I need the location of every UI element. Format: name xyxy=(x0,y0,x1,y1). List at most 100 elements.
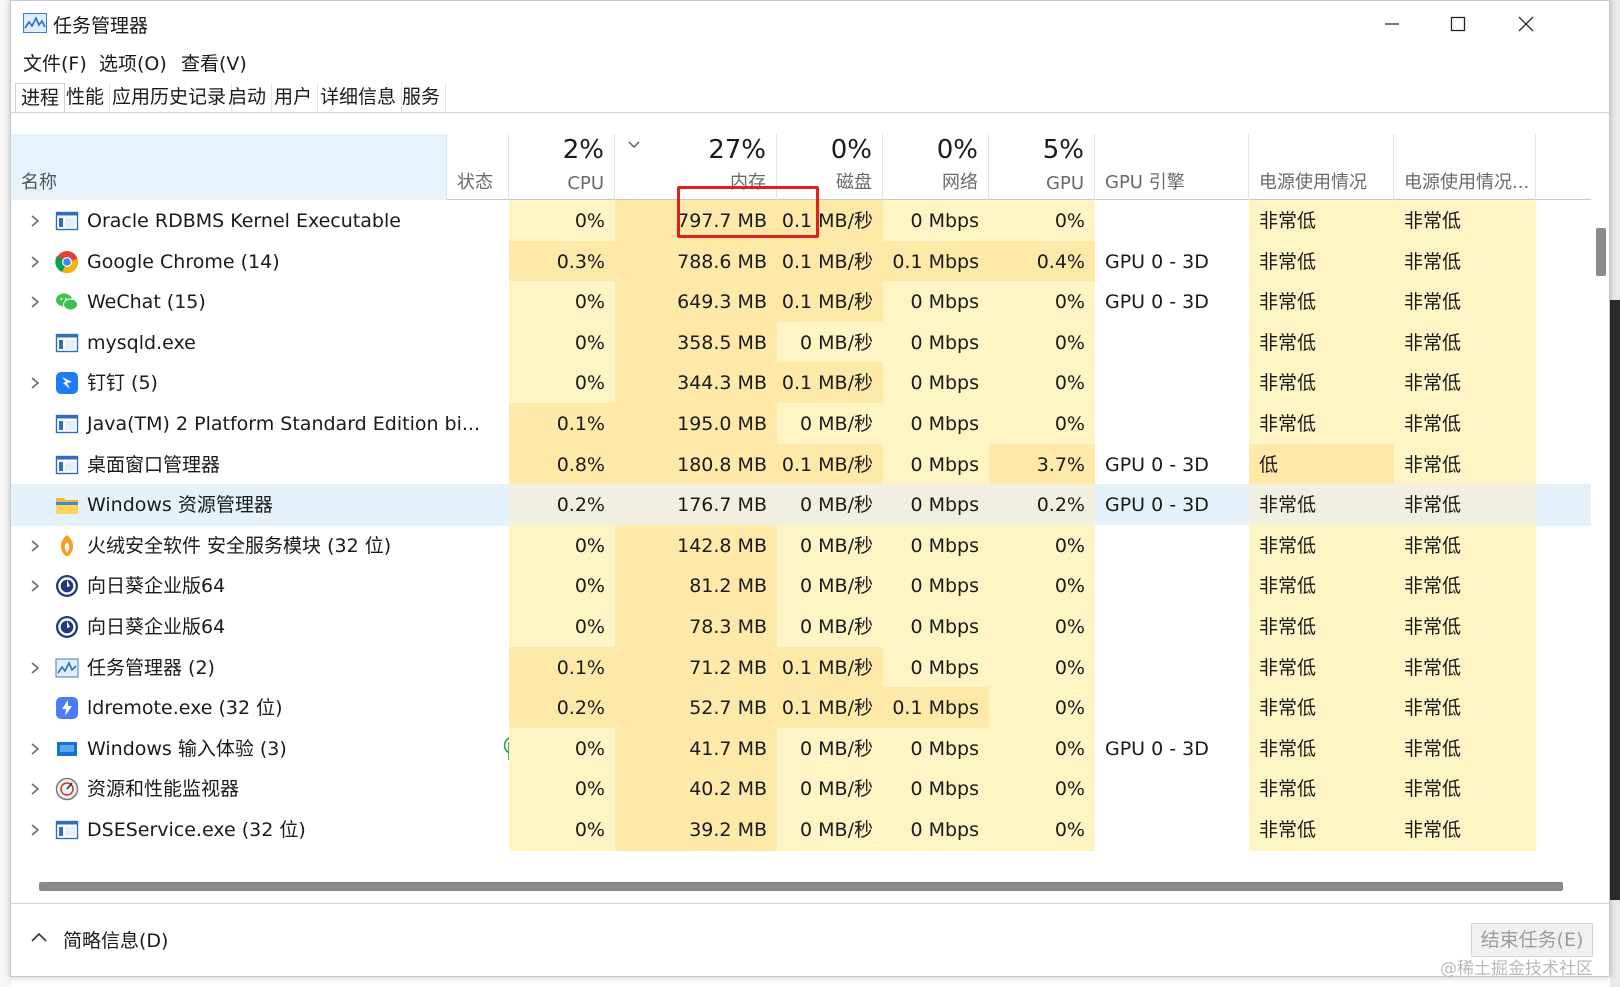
cell-network: 0 Mbps xyxy=(883,362,989,405)
process-name: DSEService.exe (32 位) xyxy=(87,819,306,841)
process-row[interactable]: 资源和性能监视器 0% 40.2 MB 0 MB/秒 0 Mbps 0% 非常低 非常低 xyxy=(11,768,1591,811)
cell-power-trend: 非常低 xyxy=(1394,809,1536,851)
process-row[interactable]: 火绒安全软件 安全服务模块 (32 位) 0% 142.8 MB 0 MB/秒 0 Mb… xyxy=(11,524,1591,567)
cell-power-trend: 非常低 xyxy=(1394,727,1536,770)
process-row[interactable]: ldremote.exe (32 位) 0.2% 52.7 MB 0.1 MB/秒 0.… xyxy=(11,687,1591,730)
cell-cpu: 0.3% xyxy=(509,240,615,283)
expand-chevron-button[interactable] xyxy=(25,768,45,810)
expand-chevron-button[interactable] xyxy=(25,281,45,323)
cell-gpu: 0% xyxy=(989,727,1095,770)
menu-view[interactable]: 查看(V) xyxy=(181,49,247,76)
close-button[interactable] xyxy=(1491,1,1561,47)
cell-network: 0 Mbps xyxy=(883,606,989,648)
process-row[interactable]: 向日葵企业版64 0% 81.2 MB 0 MB/秒 0 Mbps 0% 非常低 非常低 xyxy=(11,565,1591,608)
fewer-details-link[interactable]: 简略信息(D) xyxy=(63,926,168,953)
process-row[interactable]: 向日葵企业版64 0% 78.3 MB 0 MB/秒 0 Mbps 0% 非常低 非常低 xyxy=(11,606,1591,648)
process-name: WeChat (15) xyxy=(87,291,206,314)
cell-gpu-engine: GPU 0 - 3D xyxy=(1095,727,1249,770)
chevron-right-icon xyxy=(31,256,40,268)
expand-chevron-button[interactable] xyxy=(25,362,45,404)
cell-power: 非常低 xyxy=(1249,362,1394,405)
column-header-gpu-engine[interactable]: GPU 引擎 xyxy=(1095,134,1249,200)
expand-chevron-button[interactable] xyxy=(25,565,45,607)
cell-power: 非常低 xyxy=(1249,281,1394,324)
process-name: Oracle RDBMS Kernel Executable xyxy=(87,210,401,232)
wechat-icon xyxy=(56,293,78,311)
maximize-button[interactable] xyxy=(1423,1,1493,47)
app-window-icon xyxy=(55,820,79,840)
watermark: @稀土掘金技术社区 xyxy=(1440,959,1593,979)
tab-details[interactable]: 详细信息 xyxy=(315,83,403,113)
cell-gpu-engine: GPU 0 - 3D xyxy=(1095,281,1249,324)
folder-icon xyxy=(56,498,78,515)
cell-gpu-engine: GPU 0 - 3D xyxy=(1095,443,1249,486)
tab-app-history[interactable]: 应用历史记录 xyxy=(107,83,233,113)
end-task-button[interactable]: 结束任务(E) xyxy=(1471,923,1593,957)
expand-chevron-button[interactable] xyxy=(25,647,45,689)
expand-chevron-button[interactable] xyxy=(25,241,45,283)
cell-power: 非常低 xyxy=(1249,727,1394,770)
horizontal-scroll-thumb[interactable] xyxy=(39,882,1563,891)
process-row[interactable]: DSEService.exe (32 位) 0% 39.2 MB 0 MB/秒 0 Mb… xyxy=(11,809,1591,851)
process-row[interactable]: Google Chrome (14) 0.3% 788.6 MB 0.1 MB/秒 0.… xyxy=(11,240,1591,283)
cell-disk: 0.1 MB/秒 xyxy=(777,281,883,324)
tab-users[interactable]: 用户 xyxy=(269,83,319,113)
column-header-name[interactable]: 名称 xyxy=(11,134,447,200)
expand-chevron-button[interactable] xyxy=(25,809,45,851)
cell-network: 0 Mbps xyxy=(883,321,989,364)
chevron-right-icon xyxy=(31,540,40,552)
chevron-up-icon[interactable] xyxy=(29,930,49,944)
column-header-gpu[interactable]: 5% GPU xyxy=(989,134,1095,200)
tab-performance[interactable]: 性能 xyxy=(61,83,111,113)
process-name: Windows 资源管理器 xyxy=(87,494,273,517)
cell-cpu: 0% xyxy=(509,768,615,811)
process-row[interactable]: Windows 输入体验 (3) 0% 41.7 MB 0 MB/秒 0 Mbps 0% G… xyxy=(11,727,1591,770)
task-manager-window: 任务管理器 文件(F) 选项(O) 查看(V) 进程 性能 应用历史记录 启动 … xyxy=(10,0,1610,977)
column-header-power-trend[interactable]: 电源使用情况... xyxy=(1394,134,1536,200)
process-row[interactable]: mysqld.exe 0% 358.5 MB 0 MB/秒 0 Mbps 0% 非常低 非常低 xyxy=(11,321,1591,364)
minimize-button[interactable] xyxy=(1357,1,1427,47)
menu-options[interactable]: 选项(O) xyxy=(99,49,167,76)
expand-chevron-button[interactable] xyxy=(25,525,45,567)
app-window-icon xyxy=(55,211,79,231)
cell-disk: 0 MB/秒 xyxy=(777,768,883,811)
cell-gpu: 0% xyxy=(989,646,1095,689)
cell-disk: 0 MB/秒 xyxy=(777,565,883,608)
cell-disk: 0 MB/秒 xyxy=(777,403,883,445)
column-header-cpu[interactable]: 2% CPU xyxy=(509,134,615,200)
app-window-icon xyxy=(55,333,79,352)
menu-file[interactable]: 文件(F) xyxy=(23,49,87,76)
column-header-power[interactable]: 电源使用情况 xyxy=(1249,134,1394,200)
column-header-status[interactable]: 状态 xyxy=(447,134,509,200)
cell-power: 非常低 xyxy=(1249,484,1394,527)
process-row[interactable]: Windows 资源管理器 0.2% 176.7 MB 0 MB/秒 0 Mbps 0.2… xyxy=(11,484,1591,527)
task-manager-icon xyxy=(55,658,79,678)
expand-chevron-button[interactable] xyxy=(25,728,45,770)
expand-chevron-button[interactable] xyxy=(25,200,45,242)
cell-network: 0 Mbps xyxy=(883,443,989,486)
process-row[interactable]: 桌面窗口管理器 0.8% 180.8 MB 0.1 MB/秒 0 Mbps 3.7% GPU… xyxy=(11,443,1591,486)
process-row[interactable]: Java(TM) 2 Platform Standard Edition bi.… xyxy=(11,403,1591,445)
ldremote-icon xyxy=(56,697,78,720)
tab-processes[interactable]: 进程 xyxy=(15,83,66,113)
cell-gpu: 0% xyxy=(989,809,1095,851)
tab-startup[interactable]: 启动 xyxy=(223,83,273,113)
process-row[interactable]: WeChat (15) 0% 649.3 MB 0.1 MB/秒 0 Mbps 0% GPU… xyxy=(11,281,1591,324)
column-label-gpu-engine: GPU 引擎 xyxy=(1105,172,1185,193)
process-row[interactable]: 钉钉 (5) 0% 344.3 MB 0.1 MB/秒 0 Mbps 0% 非常低 非常低 xyxy=(11,362,1591,405)
vertical-scroll-thumb[interactable] xyxy=(1596,228,1606,276)
chevron-right-icon xyxy=(31,215,40,227)
vertical-scrollbar[interactable] xyxy=(1592,200,1609,876)
tab-services[interactable]: 服务 xyxy=(397,83,447,113)
cell-power: 非常低 xyxy=(1249,606,1394,648)
title-bar[interactable]: 任务管理器 xyxy=(11,1,1609,47)
column-header-network[interactable]: 0% 网络 xyxy=(883,134,989,200)
cell-gpu: 0% xyxy=(989,606,1095,648)
cell-power-trend: 非常低 xyxy=(1394,606,1536,648)
horizontal-scrollbar[interactable] xyxy=(11,876,1591,894)
cell-power: 非常低 xyxy=(1249,809,1394,851)
cell-cpu: 0% xyxy=(509,809,615,851)
cell-power-trend: 非常低 xyxy=(1394,768,1536,811)
column-label-power: 电源使用情况 xyxy=(1259,172,1367,193)
process-row[interactable]: 任务管理器 (2) 0.1% 71.2 MB 0.1 MB/秒 0 Mbps 0% 非常低非… xyxy=(11,646,1591,689)
